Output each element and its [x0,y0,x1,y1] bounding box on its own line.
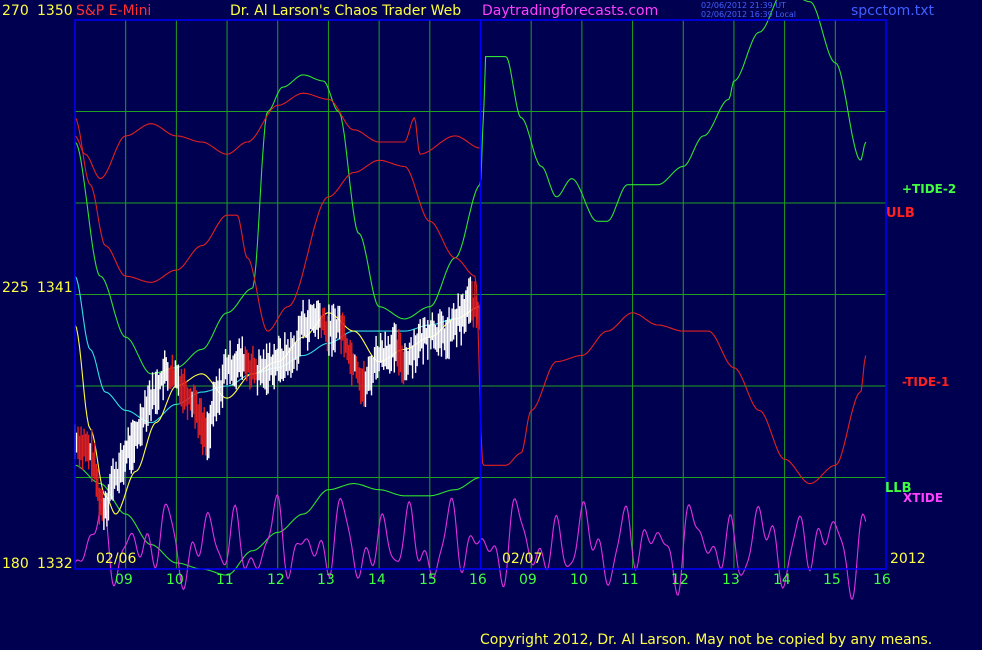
date-label-1: 02/06 [96,551,137,567]
hour-label: 13 [722,572,740,588]
local-time-label: 02/06/2012 16:39 Local [701,10,796,19]
tide1-label: -TIDE-1 [902,375,950,389]
copyright-text: Copyright 2012, Dr. Al Larson. May not b… [480,632,933,648]
hour-label: 11 [216,572,234,588]
y-bottom-right-label: 1332 [37,556,73,572]
y-top-left-label: 270 [2,3,29,19]
chart-canvas [0,0,982,650]
year-label: 2012 [890,551,926,567]
chart-title: Dr. Al Larson's Chaos Trader Web [230,3,462,19]
y-bottom-left-label: 180 [2,556,29,572]
hour-label: 14 [773,572,791,588]
hour-label: 13 [317,572,335,588]
hour-label: 09 [519,572,537,588]
ulb-label: ULB [886,206,915,221]
hour-label: 16 [469,572,487,588]
hour-label: 16 [873,572,891,588]
hour-label: 09 [115,572,133,588]
hour-label: 14 [368,572,386,588]
hour-label: 10 [166,572,184,588]
hour-label: 15 [823,572,841,588]
chart-background [0,0,982,650]
hour-label: 12 [671,572,689,588]
site-label: Daytradingforecasts.com [482,3,659,19]
y-top-right-label: 1350 [37,3,73,19]
tide2-label: +TIDE-2 [902,182,957,196]
symbol-label: S&P E-Mini [76,3,152,19]
hour-label: 11 [621,572,639,588]
y-mid-right-label: 1341 [37,280,73,296]
hour-label: 12 [267,572,285,588]
hour-label: 15 [419,572,437,588]
xtide-label: XTIDE [903,491,944,505]
hour-label: 10 [570,572,588,588]
ut-time-label: 02/06/2012 21:39 UT [701,1,786,10]
filename-label: spcctom.txt [851,3,934,19]
date-label-2: 02/07 [502,551,543,567]
y-mid-left-label: 225 [2,280,29,296]
